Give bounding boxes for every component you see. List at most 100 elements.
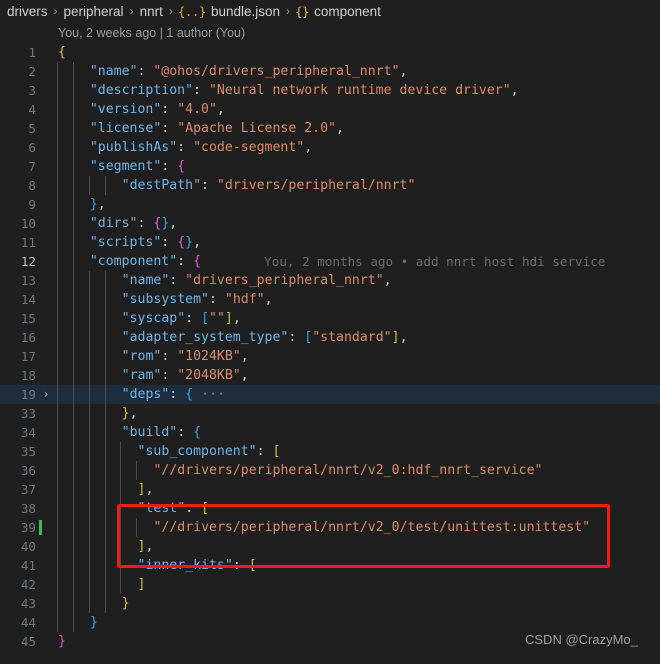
breadcrumb-separator-icon: › <box>53 4 58 18</box>
code-text: ], <box>137 539 154 554</box>
line-number: 45 <box>20 634 36 649</box>
code-line[interactable]: 34 "build": { <box>0 423 660 442</box>
code-line[interactable]: 7 "segment": { <box>0 157 660 176</box>
line-number: 44 <box>20 615 36 630</box>
line-number: 9 <box>28 197 36 212</box>
code-text: "//drivers/peripheral/nnrt/v2_0/test/uni… <box>153 520 591 535</box>
code-text: "test": [ <box>137 501 210 516</box>
code-text: "name": "drivers_peripheral_nnrt", <box>121 273 392 288</box>
line-number: 39 <box>20 520 36 535</box>
code-line[interactable]: 19 › "deps": { ··· <box>0 385 660 404</box>
line-number: 41 <box>20 558 36 573</box>
line-number: 13 <box>20 273 36 288</box>
json-object-icon: {} <box>295 3 310 19</box>
code-text: "sub_component": [ <box>137 444 281 459</box>
breadcrumb-item-bundle-json[interactable]: bundle.json <box>210 4 281 19</box>
code-text: "inner_kits": [ <box>137 558 257 573</box>
code-line[interactable]: 18 "ram": "2048KB", <box>0 366 660 385</box>
code-line[interactable]: 13 "name": "drivers_peripheral_nnrt", <box>0 271 660 290</box>
line-number: 3 <box>28 83 36 98</box>
code-line[interactable]: 3 "description": "Neural network runtime… <box>0 81 660 100</box>
line-number: 12 <box>20 254 36 269</box>
code-line[interactable]: 14 "subsystem": "hdf", <box>0 290 660 309</box>
code-text: "ram": "2048KB", <box>121 368 249 383</box>
code-line[interactable]: 16 "adapter_system_type": ["standard"], <box>0 328 660 347</box>
vscode-editor-window: drivers › peripheral › nnrt › {..} bundl… <box>0 0 660 664</box>
code-line[interactable]: 40 ], <box>0 537 660 556</box>
line-number: 4 <box>28 102 36 117</box>
fold-chevron-icon[interactable]: › <box>40 385 52 404</box>
code-line[interactable]: 9 }, <box>0 195 660 214</box>
code-text: "adapter_system_type": ["standard"], <box>121 330 408 345</box>
breadcrumb-item-component[interactable]: component <box>313 4 382 19</box>
code-line[interactable]: 39 "//drivers/peripheral/nnrt/v2_0/test/… <box>0 518 660 537</box>
git-added-marker <box>39 520 42 535</box>
code-line[interactable]: 2 "name": "@ohos/drivers_peripheral_nnrt… <box>0 62 660 81</box>
line-number: 33 <box>20 406 36 421</box>
code-line[interactable]: 37 ], <box>0 480 660 499</box>
git-blame-header: You, 2 weeks ago | 1 author (You) <box>0 22 660 43</box>
line-number: 14 <box>20 292 36 307</box>
code-text: ] <box>137 577 146 592</box>
code-line[interactable]: 1{ <box>0 43 660 62</box>
code-text: } <box>121 596 130 611</box>
line-number: 5 <box>28 121 36 136</box>
code-line[interactable]: 38 "test": [ <box>0 499 660 518</box>
line-number: 18 <box>20 368 36 383</box>
code-text: "rom": "1024KB", <box>121 349 249 364</box>
code-line[interactable]: 12 "component": {You, 2 months ago • add… <box>0 252 660 271</box>
code-line[interactable]: 33 }, <box>0 404 660 423</box>
code-line[interactable]: 41 "inner_kits": [ <box>0 556 660 575</box>
code-line[interactable]: 6 "publishAs": "code-segment", <box>0 138 660 157</box>
code-line[interactable]: 44 } <box>0 613 660 632</box>
code-line[interactable]: 15 "syscap": [""], <box>0 309 660 328</box>
code-text: "destPath": "drivers/peripheral/nnrt" <box>121 178 416 193</box>
line-number: 42 <box>20 577 36 592</box>
line-number: 2 <box>28 64 36 79</box>
editor-code-area[interactable]: 1{2 "name": "@ohos/drivers_peripheral_nn… <box>0 43 660 664</box>
code-text: "description": "Neural network runtime d… <box>89 83 519 98</box>
line-number: 19 <box>20 387 36 402</box>
code-text: "version": "4.0", <box>89 102 225 117</box>
line-number: 35 <box>20 444 36 459</box>
breadcrumb-separator-icon: › <box>168 4 173 18</box>
code-line[interactable]: 43 } <box>0 594 660 613</box>
code-text: "subsystem": "hdf", <box>121 292 273 307</box>
code-line[interactable]: 5 "license": "Apache License 2.0", <box>0 119 660 138</box>
breadcrumb: drivers › peripheral › nnrt › {..} bundl… <box>0 0 660 22</box>
breadcrumb-item-drivers[interactable]: drivers <box>6 4 49 19</box>
code-text: ], <box>137 482 154 497</box>
line-number: 7 <box>28 159 36 174</box>
code-text: "segment": { <box>89 159 186 174</box>
code-text: "build": { <box>121 425 202 440</box>
line-number: 37 <box>20 482 36 497</box>
breadcrumb-item-nnrt[interactable]: nnrt <box>139 4 164 19</box>
line-number: 38 <box>20 501 36 516</box>
code-text: "dirs": {}, <box>89 216 178 231</box>
code-text: { <box>58 45 66 60</box>
watermark: CSDN @CrazyMo_ <box>525 632 638 647</box>
line-number: 17 <box>20 349 36 364</box>
code-line[interactable]: 17 "rom": "1024KB", <box>0 347 660 366</box>
code-line[interactable]: 10 "dirs": {}, <box>0 214 660 233</box>
code-text: } <box>89 615 98 630</box>
code-line[interactable]: 11 "scripts": {}, <box>0 233 660 252</box>
code-line[interactable]: 8 "destPath": "drivers/peripheral/nnrt" <box>0 176 660 195</box>
code-text: "deps": { ··· <box>121 387 225 402</box>
code-text: }, <box>121 406 138 421</box>
line-number: 11 <box>20 235 36 250</box>
code-line[interactable]: 42 ] <box>0 575 660 594</box>
code-line[interactable]: 35 "sub_component": [ <box>0 442 660 461</box>
line-number: 1 <box>28 45 36 60</box>
line-number: 8 <box>28 178 36 193</box>
breadcrumb-separator-icon: › <box>286 4 290 18</box>
code-line[interactable]: 4 "version": "4.0", <box>0 100 660 119</box>
code-text: "syscap": [""], <box>121 311 241 326</box>
code-line[interactable]: 36 "//drivers/peripheral/nnrt/v2_0:hdf_n… <box>0 461 660 480</box>
code-text: } <box>58 634 66 649</box>
code-text: "publishAs": "code-segment", <box>89 140 313 155</box>
code-text: "license": "Apache License 2.0", <box>89 121 344 136</box>
breadcrumb-item-peripheral[interactable]: peripheral <box>63 4 125 19</box>
json-file-icon: {..} <box>177 3 207 19</box>
line-number: 15 <box>20 311 36 326</box>
